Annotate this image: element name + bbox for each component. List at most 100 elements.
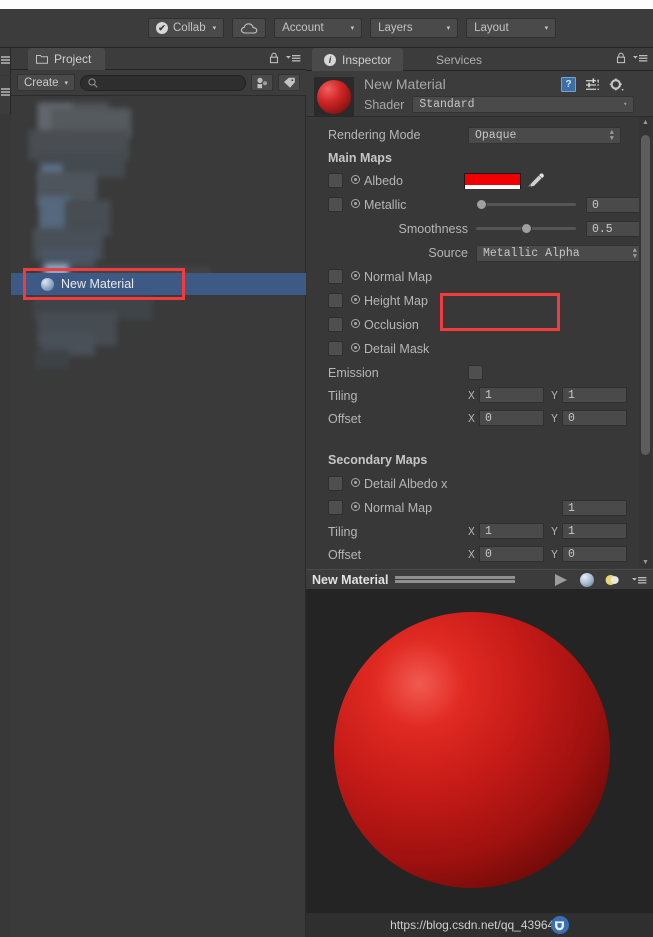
secondary-normal-map-toggle-icon[interactable]	[351, 502, 360, 511]
normal-map-toggle-icon[interactable]	[351, 271, 360, 280]
tab-project[interactable]: Project	[28, 48, 106, 70]
source-row: Source Metallic Alpha ▲ ▼	[306, 241, 653, 265]
inspector-scrollbar[interactable]: ▲ ▼	[639, 117, 652, 568]
emission-checkbox[interactable]	[468, 365, 483, 380]
smoothness-slider-handle[interactable]	[520, 223, 532, 234]
layout-button[interactable]: Layout ▾	[466, 18, 557, 38]
play-triangle-icon[interactable]	[553, 573, 569, 587]
layers-label: Layers	[378, 22, 413, 34]
occlusion-texture-slot[interactable]	[328, 317, 343, 332]
help-book-icon[interactable]: ?	[561, 77, 576, 92]
inspector-panel: i Inspector Services New Material ? Shad…	[306, 48, 653, 569]
check-circle-icon: ✔	[156, 22, 168, 34]
list-item[interactable]: New Material	[11, 273, 306, 295]
height-map-label: Height Map	[364, 294, 428, 308]
preview-stage[interactable]	[306, 590, 653, 913]
lighting-toggle-icon[interactable]	[605, 573, 620, 587]
layers-button[interactable]: Layers ▾	[370, 18, 459, 38]
detail-albedo-row: Detail Albedo x	[306, 472, 653, 496]
detail-albedo-toggle-icon[interactable]	[351, 478, 360, 487]
hamburger-menu-icon[interactable]	[1, 88, 10, 90]
preset-sliders-icon[interactable]	[585, 77, 600, 92]
smoothness-label: Smoothness	[398, 222, 468, 236]
detail-mask-row: Detail Mask	[306, 337, 653, 361]
cloud-services-button[interactable]	[232, 18, 267, 38]
create-label: Create	[24, 76, 59, 89]
detail-mask-toggle-icon[interactable]	[351, 343, 360, 352]
height-map-toggle-icon[interactable]	[351, 295, 360, 304]
secondary-offset-y-value: 0	[568, 547, 575, 561]
search-input[interactable]	[80, 74, 246, 91]
hamburger-menu-icon[interactable]	[1, 62, 10, 64]
page-title: New Material	[364, 76, 446, 92]
inspector-tab-actions	[616, 52, 648, 64]
rendering-mode-dropdown[interactable]: Opaque ▲ ▼	[468, 127, 621, 144]
offset-x-field[interactable]: 0	[479, 410, 544, 426]
lock-icon[interactable]	[616, 52, 626, 64]
hamburger-menu-icon[interactable]	[1, 59, 10, 61]
shader-row: Shader Standard ▾	[364, 96, 635, 113]
scrollbar-thumb[interactable]	[641, 135, 650, 455]
secondary-normal-map-value-field[interactable]: 1	[562, 500, 627, 516]
hamburger-menu-icon[interactable]	[1, 56, 10, 58]
eyedropper-icon[interactable]	[528, 172, 545, 189]
main-maps-header: Main Maps	[328, 151, 392, 165]
smoothness-value-field[interactable]: 0.5	[586, 221, 644, 237]
tiling-x-value: 1	[485, 388, 492, 402]
project-asset-list[interactable]: New Material	[11, 96, 306, 937]
tab-services[interactable]: Services	[424, 48, 494, 71]
secondary-normal-map-texture-slot[interactable]	[328, 500, 343, 515]
filter-by-type-button[interactable]	[251, 74, 273, 91]
filter-by-label-button[interactable]	[278, 74, 300, 91]
tiling-y-field[interactable]: 1	[562, 387, 627, 403]
main-toolbar: ✔ Collab ▾ Account ▾ Layers ▾ Layout ▾	[0, 9, 653, 48]
chevron-down-icon: ▾	[446, 25, 451, 32]
hamburger-menu-icon[interactable]	[1, 94, 10, 96]
metallic-slider[interactable]	[476, 203, 576, 206]
preview-sphere-icon[interactable]	[580, 572, 594, 587]
secondary-tiling-y-field[interactable]: 1	[562, 523, 627, 539]
albedo-toggle-icon[interactable]	[351, 175, 360, 184]
occlusion-toggle-icon[interactable]	[351, 319, 360, 328]
offset-y-field[interactable]: 0	[562, 410, 627, 426]
hamburger-menu-icon[interactable]	[631, 575, 647, 585]
gear-icon[interactable]	[609, 77, 625, 92]
detail-albedo-texture-slot[interactable]	[328, 476, 343, 491]
metallic-toggle-icon[interactable]	[351, 199, 360, 208]
albedo-color-swatch[interactable]	[464, 173, 521, 189]
metallic-slider-handle[interactable]	[476, 199, 487, 210]
source-label: Source	[428, 246, 468, 260]
tab-inspector-label: Inspector	[342, 52, 392, 67]
secondary-tiling-x-field[interactable]: 1	[479, 523, 544, 539]
create-button[interactable]: Create ▾	[17, 74, 76, 91]
scroll-up-arrow-icon[interactable]: ▲	[642, 119, 649, 126]
secondary-offset-x-field[interactable]: 0	[479, 546, 544, 562]
normal-map-texture-slot[interactable]	[328, 269, 343, 284]
metallic-texture-slot[interactable]	[328, 197, 343, 212]
secondary-tiling-y-value: 1	[568, 524, 575, 538]
material-preview-sphere[interactable]	[334, 612, 610, 888]
source-dropdown[interactable]: Metallic Alpha ▲ ▼	[476, 245, 644, 262]
material-preview-panel: New Material https://blog.csdn.net/qq_43…	[306, 569, 653, 937]
drag-handle-icon[interactable]	[395, 576, 516, 583]
secondary-offset-y-field[interactable]: 0	[562, 546, 627, 562]
inspector-tab-row: i Inspector Services	[306, 48, 653, 71]
albedo-texture-slot[interactable]	[328, 173, 343, 188]
hamburger-menu-icon[interactable]	[285, 53, 301, 63]
tab-inspector[interactable]: i Inspector	[312, 48, 404, 71]
shader-dropdown[interactable]: Standard ▾	[412, 96, 635, 113]
source-value: Metallic Alpha	[483, 247, 580, 260]
scroll-down-arrow-icon[interactable]: ▼	[642, 559, 649, 566]
lock-icon[interactable]	[269, 52, 279, 64]
metallic-value-field[interactable]: 0	[586, 197, 644, 213]
occlusion-label: Occlusion	[364, 318, 419, 332]
hamburger-menu-icon[interactable]	[1, 91, 10, 93]
tiling-x-field[interactable]: 1	[479, 387, 544, 403]
detail-mask-texture-slot[interactable]	[328, 341, 343, 356]
account-button[interactable]: Account ▾	[274, 18, 363, 38]
height-map-texture-slot[interactable]	[328, 293, 343, 308]
secondary-tiling-x-value: 1	[485, 524, 492, 538]
collab-button[interactable]: ✔ Collab ▾	[148, 18, 225, 38]
smoothness-value: 0.5	[592, 222, 613, 236]
hamburger-menu-icon[interactable]	[632, 53, 648, 63]
